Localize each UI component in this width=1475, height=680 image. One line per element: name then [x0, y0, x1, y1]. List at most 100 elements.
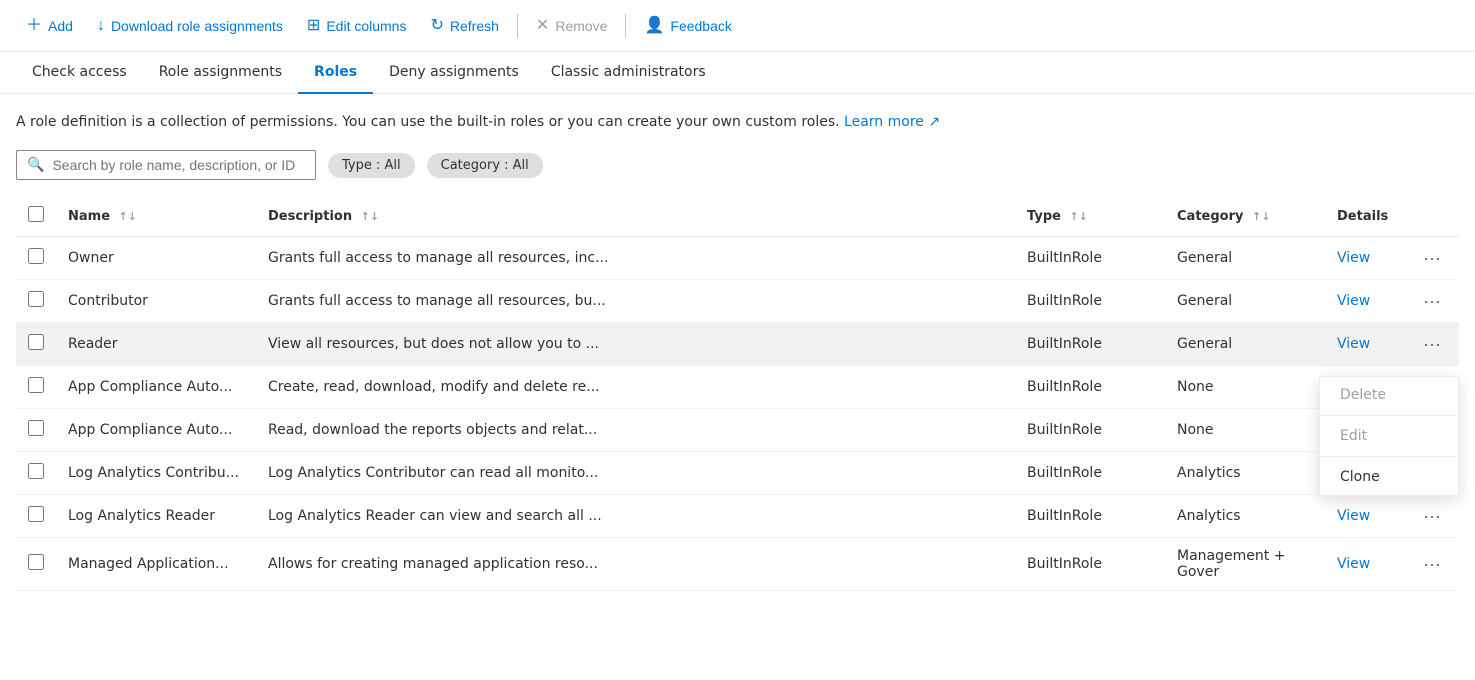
more-options-button[interactable]: ··· — [1417, 290, 1447, 312]
row-type: BuiltInRole — [1015, 280, 1165, 323]
row-type: BuiltInRole — [1015, 495, 1165, 538]
row-description: Read, download the reports objects and r… — [256, 409, 1015, 452]
row-type: BuiltInRole — [1015, 237, 1165, 280]
context-menu-divider-2 — [1320, 456, 1458, 457]
category-sort-icon: ↑↓ — [1252, 210, 1270, 223]
add-button[interactable]: ＋ Add — [16, 12, 83, 40]
table-row: Log Analytics Reader Log Analytics Reade… — [16, 495, 1459, 538]
roles-table-container: Name ↑↓ Description ↑↓ Type ↑↓ Category … — [16, 196, 1459, 591]
col-header-actions — [1405, 196, 1459, 237]
more-options-button[interactable]: ··· — [1417, 553, 1447, 575]
download-icon: ↓ — [97, 18, 105, 34]
add-icon: ＋ — [26, 18, 42, 34]
context-menu-delete[interactable]: Delete — [1320, 377, 1458, 413]
row-actions-cell: ··· — [1405, 495, 1459, 538]
feedback-button[interactable]: 👤 Feedback — [634, 12, 741, 40]
row-description: Grants full access to manage all resourc… — [256, 237, 1015, 280]
search-icon: 🔍 — [27, 157, 44, 173]
row-description: Log Analytics Contributor can read all m… — [256, 452, 1015, 495]
context-menu-divider-1 — [1320, 415, 1458, 416]
refresh-icon: ↻ — [430, 18, 443, 34]
more-options-button[interactable]: ··· — [1417, 505, 1447, 527]
view-link[interactable]: View — [1337, 250, 1370, 266]
row-checkbox[interactable] — [28, 334, 44, 350]
row-checkbox[interactable] — [28, 420, 44, 436]
row-name: Log Analytics Reader — [56, 495, 256, 538]
row-category: General — [1165, 237, 1325, 280]
row-actions-cell: ··· — [1405, 538, 1459, 591]
select-all-checkbox[interactable] — [28, 206, 44, 222]
row-checkbox-cell — [16, 538, 56, 591]
type-filter-pill[interactable]: Type : All — [328, 153, 415, 178]
context-menu: Delete Edit Clone — [1319, 376, 1459, 496]
tab-check-access[interactable]: Check access — [16, 52, 143, 94]
row-details-cell: View — [1325, 323, 1405, 366]
row-description: Allows for creating managed application … — [256, 538, 1015, 591]
table-row: App Compliance Auto... Read, download th… — [16, 409, 1459, 452]
view-link[interactable]: View — [1337, 556, 1370, 572]
tab-deny-assignments[interactable]: Deny assignments — [373, 52, 535, 94]
table-row: App Compliance Auto... Create, read, dow… — [16, 366, 1459, 409]
category-filter-pill[interactable]: Category : All — [427, 153, 543, 178]
toolbar: ＋ Add ↓ Download role assignments ⊞ Edit… — [0, 0, 1475, 52]
row-description: Create, read, download, modify and delet… — [256, 366, 1015, 409]
row-name: Log Analytics Contribu... — [56, 452, 256, 495]
tab-classic-administrators[interactable]: Classic administrators — [535, 52, 722, 94]
separator-1 — [517, 14, 518, 38]
col-header-type[interactable]: Type ↑↓ — [1015, 196, 1165, 237]
select-all-header — [16, 196, 56, 237]
description-bar: A role definition is a collection of per… — [16, 114, 1459, 130]
context-menu-edit[interactable]: Edit — [1320, 418, 1458, 454]
edit-columns-button[interactable]: ⊞ Edit columns — [297, 12, 417, 40]
row-category: Analytics — [1165, 495, 1325, 538]
row-details-cell: View — [1325, 538, 1405, 591]
row-details-cell: View — [1325, 280, 1405, 323]
row-category: Analytics — [1165, 452, 1325, 495]
tab-roles[interactable]: Roles — [298, 52, 373, 94]
more-options-button[interactable]: ··· — [1417, 247, 1447, 269]
col-header-name[interactable]: Name ↑↓ — [56, 196, 256, 237]
row-description: Grants full access to manage all resourc… — [256, 280, 1015, 323]
view-link[interactable]: View — [1337, 336, 1370, 352]
row-name: Managed Application... — [56, 538, 256, 591]
main-content: A role definition is a collection of per… — [0, 94, 1475, 611]
remove-icon: ✕ — [536, 18, 549, 34]
row-checkbox[interactable] — [28, 463, 44, 479]
row-actions-cell: ··· — [1405, 280, 1459, 323]
row-description: View all resources, but does not allow y… — [256, 323, 1015, 366]
table-row: Reader View all resources, but does not … — [16, 323, 1459, 366]
row-type: BuiltInRole — [1015, 409, 1165, 452]
download-button[interactable]: ↓ Download role assignments — [87, 12, 293, 40]
col-header-category[interactable]: Category ↑↓ — [1165, 196, 1325, 237]
row-actions-cell: ··· — [1405, 237, 1459, 280]
row-checkbox[interactable] — [28, 506, 44, 522]
view-link[interactable]: View — [1337, 508, 1370, 524]
row-type: BuiltInRole — [1015, 538, 1165, 591]
remove-button[interactable]: ✕ Remove — [526, 12, 618, 40]
col-header-description[interactable]: Description ↑↓ — [256, 196, 1015, 237]
feedback-icon: 👤 — [644, 18, 664, 34]
row-checkbox[interactable] — [28, 554, 44, 570]
row-category: Management + Gover — [1165, 538, 1325, 591]
refresh-button[interactable]: ↻ Refresh — [420, 12, 508, 40]
more-options-button[interactable]: ··· — [1417, 333, 1447, 355]
row-checkbox-cell — [16, 237, 56, 280]
row-actions-cell: ··· — [1405, 323, 1459, 366]
view-link[interactable]: View — [1337, 293, 1370, 309]
row-checkbox[interactable] — [28, 291, 44, 307]
learn-more-link[interactable]: Learn more ↗ — [844, 114, 940, 130]
context-menu-clone[interactable]: Clone — [1320, 459, 1458, 495]
tab-role-assignments[interactable]: Role assignments — [143, 52, 298, 94]
row-checkbox-cell — [16, 280, 56, 323]
search-box[interactable]: 🔍 — [16, 150, 316, 180]
filters-bar: 🔍 Type : All Category : All — [16, 150, 1459, 180]
row-name: Contributor — [56, 280, 256, 323]
name-sort-icon: ↑↓ — [119, 210, 137, 223]
row-name: Reader — [56, 323, 256, 366]
search-input[interactable] — [52, 157, 305, 173]
table-row: Owner Grants full access to manage all r… — [16, 237, 1459, 280]
row-name: App Compliance Auto... — [56, 366, 256, 409]
row-checkbox[interactable] — [28, 248, 44, 264]
row-type: BuiltInRole — [1015, 366, 1165, 409]
row-checkbox[interactable] — [28, 377, 44, 393]
